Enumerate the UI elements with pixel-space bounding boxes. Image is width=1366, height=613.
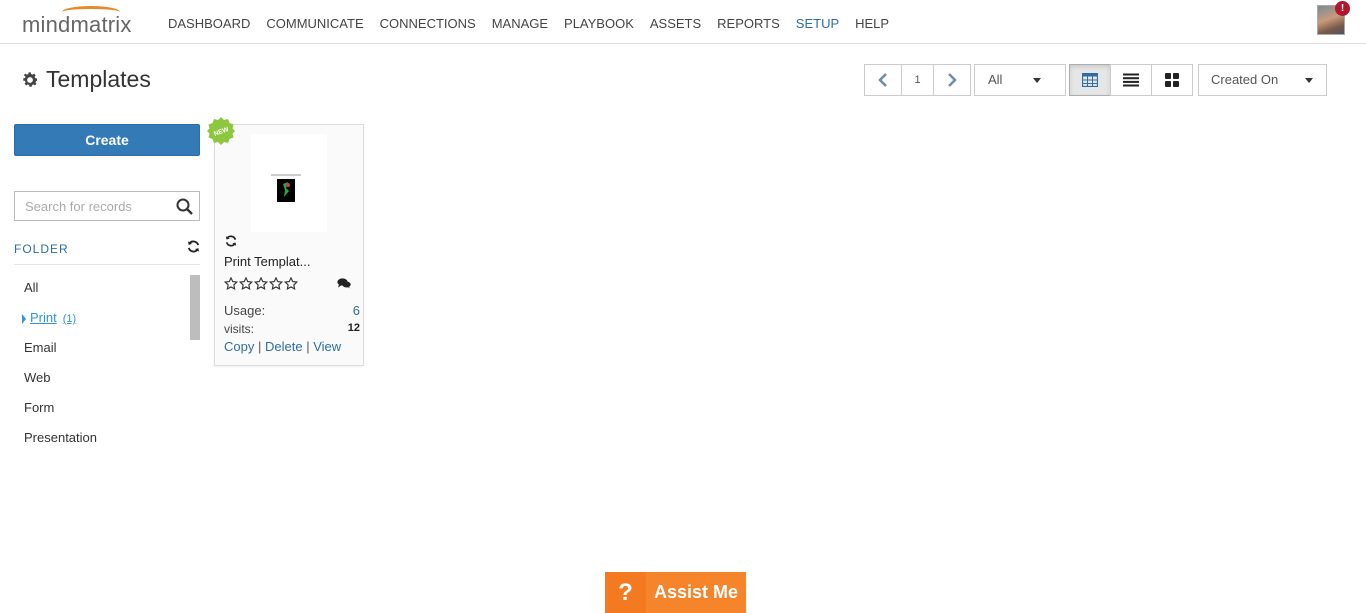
- usage-row: Usage: 6: [224, 303, 360, 318]
- card-actions: Copy | Delete | View: [224, 339, 341, 354]
- nav-manage[interactable]: MANAGE: [484, 0, 556, 44]
- folder-item-all[interactable]: All: [14, 273, 190, 303]
- folder-item-label: Web: [24, 370, 51, 385]
- delete-link[interactable]: Delete: [265, 339, 303, 354]
- filter-select[interactable]: All: [974, 64, 1066, 96]
- chevron-down-icon: [1305, 78, 1313, 83]
- star-icon[interactable]: [254, 277, 268, 290]
- filter-select-value: All: [988, 72, 1003, 87]
- nav-reports[interactable]: REPORTS: [709, 0, 788, 44]
- comments-icon[interactable]: [337, 278, 351, 289]
- folder-item-presentation[interactable]: Presentation: [14, 423, 190, 453]
- chevron-right-icon: [948, 73, 957, 87]
- gear-icon: [23, 71, 38, 87]
- usage-value[interactable]: 6: [353, 303, 360, 318]
- view-grid-button[interactable]: [1069, 64, 1111, 96]
- folder-item-email[interactable]: Email: [14, 333, 190, 363]
- question-icon: ?: [605, 572, 646, 613]
- usage-label: Usage:: [224, 303, 266, 318]
- nav-setup[interactable]: SETUP: [788, 0, 847, 44]
- folder-item-count: (1): [62, 313, 77, 325]
- new-badge: NEW: [207, 117, 235, 145]
- page-number[interactable]: 1: [901, 64, 934, 96]
- search-icon[interactable]: [176, 198, 193, 215]
- star-icon[interactable]: [269, 277, 283, 290]
- separator: |: [257, 339, 262, 354]
- folder-list: All Print (1) Email Web Form Presentation: [14, 273, 190, 453]
- folder-label: FOLDER: [14, 242, 69, 256]
- view-tiles-button[interactable]: [1151, 64, 1193, 96]
- chevron-left-icon: [878, 73, 887, 87]
- tiles-icon: [1165, 73, 1179, 87]
- folder-item-form[interactable]: Form: [14, 393, 190, 423]
- nav-assets[interactable]: ASSETS: [642, 0, 709, 44]
- folder-item-label: Email: [24, 340, 57, 355]
- folder-item-label: Form: [24, 400, 55, 415]
- template-title[interactable]: Print Templat...: [224, 254, 310, 269]
- sync-icon[interactable]: [225, 235, 237, 247]
- folder-item-label: Print: [30, 310, 57, 325]
- thumbnail-header-line: [271, 174, 301, 176]
- search-box: [14, 191, 200, 221]
- folder-item-print[interactable]: Print (1): [14, 303, 190, 333]
- nav-help[interactable]: HELP: [847, 0, 897, 44]
- nav-playbook[interactable]: PLAYBOOK: [556, 0, 642, 44]
- nav-connections[interactable]: CONNECTIONS: [372, 0, 484, 44]
- search-input[interactable]: [15, 192, 175, 220]
- visits-row: visits: 12: [224, 322, 360, 336]
- star-icon[interactable]: [284, 277, 298, 290]
- folder-header: FOLDER: [14, 240, 200, 265]
- star-icon[interactable]: [224, 277, 238, 290]
- sort-select[interactable]: Created On: [1198, 64, 1327, 96]
- assist-me-label: Assist Me: [654, 582, 739, 602]
- folder-scrollbar[interactable]: [190, 275, 200, 340]
- chevron-down-icon: [1033, 78, 1041, 83]
- view-list-button[interactable]: [1110, 64, 1152, 96]
- create-button[interactable]: Create: [14, 124, 200, 156]
- table-icon: [1082, 73, 1098, 87]
- visits-value: 12: [347, 322, 360, 334]
- main-nav: DASHBOARD COMMUNICATE CONNECTIONS MANAGE…: [160, 0, 897, 44]
- logo[interactable]: mindmatrix: [22, 6, 142, 37]
- folder-item-web[interactable]: Web: [14, 363, 190, 393]
- pager-next-button[interactable]: [933, 64, 971, 96]
- caret-right-icon: [22, 313, 26, 324]
- star-icon[interactable]: [239, 277, 253, 290]
- notification-badge[interactable]: !: [1335, 1, 1350, 16]
- template-card[interactable]: Print Templat... Usage: 6 visits: 12 Cop…: [214, 124, 364, 366]
- nav-dashboard[interactable]: DASHBOARD: [160, 0, 258, 44]
- pager-prev-button[interactable]: [864, 64, 902, 96]
- top-navbar: mindmatrix DASHBOARD COMMUNICATE CONNECT…: [0, 0, 1366, 44]
- list-icon: [1123, 73, 1139, 87]
- refresh-icon[interactable]: [187, 240, 200, 253]
- thumbnail-image: [277, 179, 295, 202]
- rating-stars[interactable]: [224, 277, 298, 290]
- page-title-text: Templates: [46, 66, 151, 92]
- sort-select-value: Created On: [1211, 72, 1279, 87]
- visits-label: visits:: [224, 322, 254, 336]
- nav-communicate[interactable]: COMMUNICATE: [258, 0, 371, 44]
- folder-item-label: All: [24, 280, 39, 295]
- view-link[interactable]: View: [313, 339, 341, 354]
- folder-item-label: Presentation: [24, 430, 97, 445]
- thumbnail-art: [277, 179, 295, 202]
- logo-text: mindmatrix: [22, 12, 132, 37]
- copy-link[interactable]: Copy: [224, 339, 254, 354]
- assist-me-button[interactable]: ? Assist Me: [605, 572, 746, 613]
- separator: |: [306, 339, 310, 354]
- template-thumbnail[interactable]: [251, 134, 327, 232]
- page-title: Templates: [20, 66, 151, 93]
